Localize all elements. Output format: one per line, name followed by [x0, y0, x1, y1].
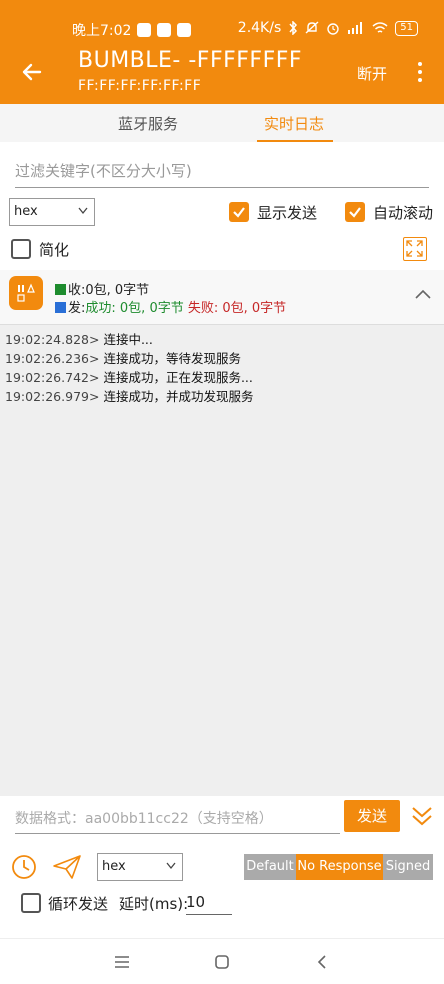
pause-log-icon[interactable]	[9, 276, 43, 310]
more-options-icon[interactable]	[414, 62, 426, 84]
back-arrow-icon[interactable]	[18, 58, 46, 86]
log-entry: 19:02:24.828> 连接中...	[5, 332, 153, 347]
notification-icon	[137, 23, 152, 37]
signal-icon	[348, 22, 363, 34]
device-title: BUMBLE- -FFFFFFFF	[78, 48, 303, 73]
checkmark-icon	[349, 207, 361, 218]
log-entry: 19:02:26.742> 连接成功，正在发现服务...	[5, 370, 253, 385]
simplify-label: 简化	[39, 241, 70, 259]
app-bar: BUMBLE- -FFFFFFFF FF:FF:FF:FF:FF:FF 断开	[0, 44, 444, 104]
battery-indicator: 51	[395, 20, 418, 36]
status-time: 晚上7:02	[72, 23, 132, 39]
alarm-icon	[327, 23, 339, 35]
log-entry: 19:02:26.979> 连接成功，并成功发现服务	[5, 389, 254, 404]
home-icon[interactable]	[214, 954, 230, 970]
send-stats-prefix: 发:	[68, 301, 86, 316]
loop-send-checkbox[interactable]	[21, 893, 41, 913]
send-color-square	[55, 302, 66, 313]
app-notification-icon	[157, 23, 172, 37]
mute-icon	[305, 21, 319, 34]
double-chevron-down-icon[interactable]	[410, 804, 434, 828]
system-nav-bar	[0, 938, 444, 984]
checkmark-icon	[233, 207, 245, 218]
menu-icon[interactable]	[113, 955, 131, 969]
back-nav-icon[interactable]	[315, 954, 329, 970]
traffic-stats: 收:0包, 0字节 发:成功: 0包, 0字节 失败: 0包, 0字节	[0, 270, 444, 324]
write-mode-signed[interactable]: Signed	[383, 854, 433, 880]
recv-stats: 收:0包, 0字节	[55, 279, 149, 298]
send-button[interactable]: 发送	[344, 800, 400, 832]
chevron-up-icon[interactable]	[414, 288, 432, 300]
send-success-stats: 成功: 0包, 0字节	[85, 301, 184, 316]
simplify-checkbox[interactable]	[11, 239, 31, 259]
recv-color-square	[55, 284, 66, 295]
wifi-icon	[372, 22, 388, 33]
send-stats: 发:成功: 0包, 0字节 失败: 0包, 0字节	[55, 297, 286, 316]
show-sent-label: 显示发送	[257, 204, 318, 222]
bluetooth-icon	[289, 21, 298, 35]
device-mac: FF:FF:FF:FF:FF:FF	[78, 78, 202, 94]
show-sent-checkbox[interactable]	[229, 202, 249, 222]
log-format-value: hex	[14, 204, 38, 219]
disconnect-button[interactable]: 断开	[357, 63, 387, 84]
tab-realtime-log[interactable]: 实时日志	[264, 113, 324, 134]
recv-stats-text: 收:0包, 0字节	[68, 283, 150, 298]
status-bar: 晚上7:02 2.4K/s 51	[0, 0, 444, 44]
tab-bluetooth-services[interactable]: 蓝牙服务	[118, 113, 178, 134]
auto-scroll-label: 自动滚动	[373, 204, 434, 222]
send-data-input[interactable]: 数据格式：aa00bb11cc22（支持空格）	[15, 808, 340, 834]
log-entry: 19:02:26.236> 连接成功，等待发现服务	[5, 351, 241, 366]
clock-icon[interactable]	[11, 854, 37, 880]
network-speed: 2.4K/s	[237, 20, 282, 36]
send-fail-stats: 失败: 0包, 0字节	[187, 301, 287, 316]
log-area[interactable]: 19:02:24.828> 连接中... 19:02:26.236> 连接成功，…	[0, 324, 444, 796]
auto-scroll-checkbox[interactable]	[345, 202, 365, 222]
qq-icon	[177, 23, 192, 37]
chevron-down-icon	[166, 862, 176, 870]
paper-plane-icon[interactable]	[52, 854, 82, 880]
loop-send-label: 循环发送	[48, 895, 109, 913]
log-format-select[interactable]: hex	[9, 198, 95, 226]
write-mode-no-response[interactable]: No Response	[296, 854, 383, 880]
fullscreen-icon[interactable]	[403, 237, 427, 261]
send-format-value: hex	[102, 859, 126, 874]
tab-bar: 蓝牙服务 实时日志	[0, 104, 444, 142]
filter-input[interactable]: 过滤关键字(不区分大小写)	[15, 158, 429, 188]
chevron-down-icon	[78, 207, 88, 215]
write-mode-default[interactable]: Default	[244, 854, 296, 880]
send-format-select[interactable]: hex	[97, 853, 183, 881]
delay-label: 延时(ms):	[119, 895, 189, 913]
delay-input[interactable]: 10	[186, 893, 232, 915]
